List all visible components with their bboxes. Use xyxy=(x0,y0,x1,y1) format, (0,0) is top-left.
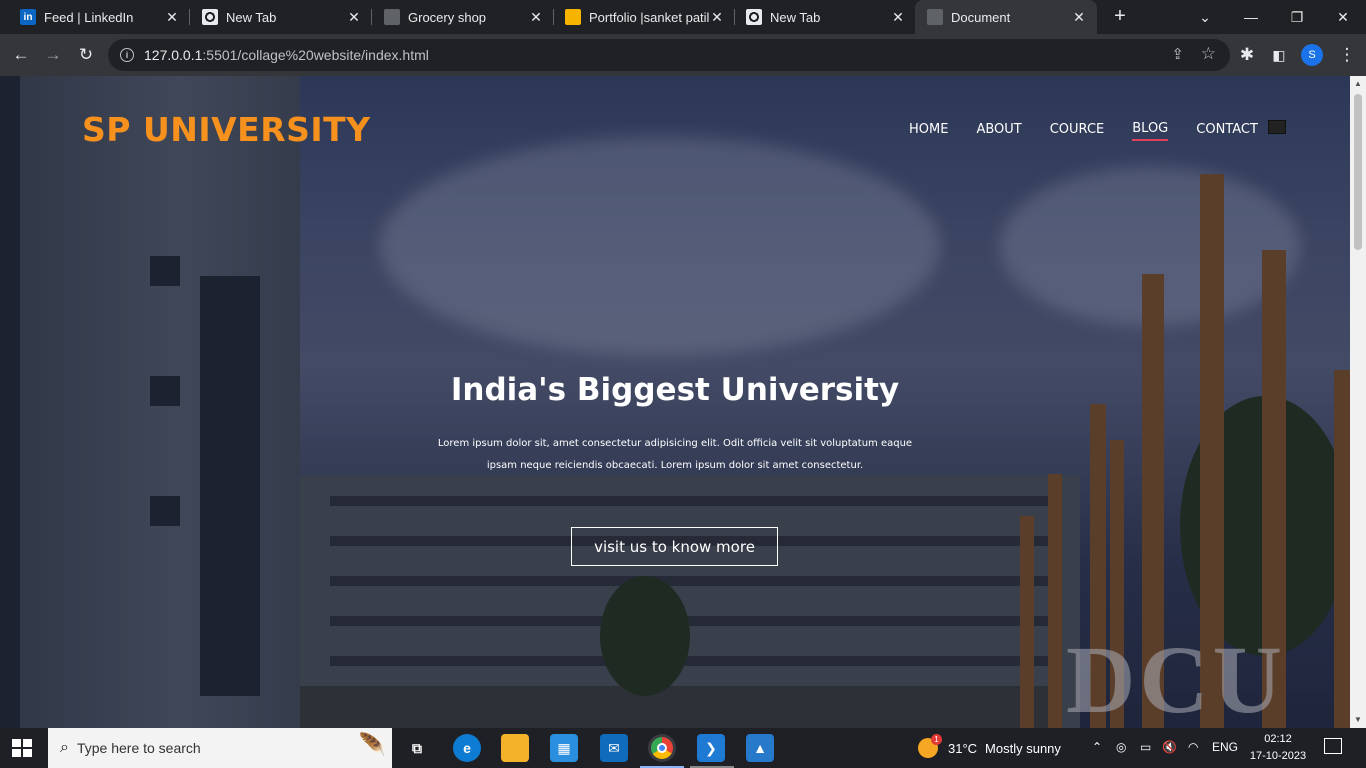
tab-title: Document xyxy=(951,9,1011,25)
chrome-icon xyxy=(746,9,762,25)
tab-title: Feed | LinkedIn xyxy=(44,9,134,25)
dcu-sign-graphic: DCU xyxy=(1066,626,1286,728)
search-icon: ⌕ xyxy=(60,739,69,756)
menu-icon[interactable]: ⋮ xyxy=(1334,42,1360,68)
notification-icon[interactable] xyxy=(1324,738,1342,754)
pillar-shape xyxy=(1020,516,1034,728)
new-tab-button[interactable]: + xyxy=(1108,4,1132,28)
globe-icon xyxy=(927,9,943,25)
close-icon[interactable]: ✕ xyxy=(1071,9,1087,26)
hero-title: India's Biggest University xyxy=(450,372,900,408)
scroll-up-icon[interactable]: ▲ xyxy=(1350,76,1366,92)
tray-chevron-icon[interactable]: ⌃ xyxy=(1092,740,1102,754)
share-icon[interactable]: ⇪ xyxy=(1171,45,1184,63)
browser-toolbar: ← → ↻ i 127.0.0.1:5501/collage%20website… xyxy=(0,34,1366,76)
tab-title: Grocery shop xyxy=(408,9,487,25)
taskbar-clock[interactable]: 02:12 17-10-2023 xyxy=(1248,731,1308,765)
tab-grocery-shop[interactable]: Grocery shop ✕ xyxy=(364,0,554,34)
weather-badge: 1 xyxy=(931,734,942,745)
chrome-icon xyxy=(202,9,218,25)
address-bar[interactable]: i 127.0.0.1:5501/collage%20website/index… xyxy=(108,39,1230,71)
language-indicator[interactable]: ENG xyxy=(1212,740,1238,754)
vscode-icon[interactable]: ❯ xyxy=(697,734,725,762)
minimize-icon[interactable]: — xyxy=(1228,0,1274,34)
weather-sun-icon: 1 xyxy=(918,734,942,758)
tab-strip: in Feed | LinkedIn ✕ New Tab ✕ Grocery s… xyxy=(0,0,1366,34)
linkedin-icon: in xyxy=(20,9,36,25)
file-explorer-icon[interactable] xyxy=(501,734,529,762)
search-highlight-icon: 🪶 xyxy=(358,732,386,757)
volume-icon[interactable]: 🔇 xyxy=(1162,740,1177,754)
cloud-shape xyxy=(380,136,940,356)
edge-icon[interactable]: e xyxy=(453,734,481,762)
tab-portfolio[interactable]: Portfolio |sanket patil ✕ xyxy=(545,0,735,34)
site-info-icon[interactable]: i xyxy=(120,48,134,62)
visit-button[interactable]: visit us to know more xyxy=(571,527,778,566)
tab-title: Portfolio |sanket patil xyxy=(589,9,709,25)
clock-time: 02:12 xyxy=(1264,733,1292,745)
back-icon[interactable]: ← xyxy=(8,42,34,68)
wifi-icon[interactable]: ◠ xyxy=(1188,740,1198,754)
store-icon[interactable]: ▦ xyxy=(550,734,578,762)
close-icon[interactable]: ✕ xyxy=(346,9,362,26)
hero-description: Lorem ipsum dolor sit, amet consectetur … xyxy=(437,438,913,471)
profile-avatar[interactable]: S xyxy=(1301,44,1323,66)
weather-desc: Mostly sunny xyxy=(985,740,1061,756)
windows-start-icon[interactable] xyxy=(12,739,32,757)
weather-temp: 31°C xyxy=(948,740,978,756)
scroll-down-icon[interactable]: ▼ xyxy=(1350,712,1366,728)
portfolio-icon xyxy=(565,9,581,25)
meet-now-icon[interactable]: ◎ xyxy=(1116,740,1126,754)
close-icon[interactable]: ✕ xyxy=(890,9,906,26)
side-panel-icon[interactable]: ◧ xyxy=(1266,42,1292,68)
taskbar-search-box[interactable]: ⌕ Type here to search 🪶 xyxy=(48,728,392,768)
scroll-thumb[interactable] xyxy=(1354,94,1362,250)
battery-icon[interactable]: ▭ xyxy=(1140,740,1151,754)
nav-contact[interactable]: CONTACT xyxy=(1196,122,1258,140)
url-text: 127.0.0.1:5501/collage%20website/index.h… xyxy=(144,47,429,63)
chrome-taskbar-icon[interactable] xyxy=(648,734,676,762)
clock-date: 17-10-2023 xyxy=(1249,750,1307,762)
extensions-icon[interactable]: ✱ xyxy=(1234,42,1260,68)
page-scrollbar[interactable]: ▲ ▼ xyxy=(1350,76,1366,728)
tab-linkedin[interactable]: in Feed | LinkedIn ✕ xyxy=(0,0,190,34)
tab-title: New Tab xyxy=(770,9,821,25)
nav-about[interactable]: ABOUT xyxy=(976,122,1021,140)
nav-blog[interactable]: BLOG xyxy=(1132,121,1169,141)
close-icon[interactable]: ✕ xyxy=(709,9,725,26)
restore-icon[interactable]: ❐ xyxy=(1274,0,1320,34)
mail-icon[interactable]: ✉ xyxy=(600,734,628,762)
background-road xyxy=(300,686,1060,728)
photos-icon[interactable]: ▲ xyxy=(746,734,774,762)
page-viewport: DCU SP UNIVERSITY HOME ABOUT COURCE BLOG… xyxy=(0,76,1350,728)
hamburger-menu-icon[interactable] xyxy=(1267,120,1286,134)
nav-home[interactable]: HOME xyxy=(909,122,948,140)
tab-title: New Tab xyxy=(226,9,277,25)
tree-shape xyxy=(600,576,690,696)
forward-icon[interactable]: → xyxy=(40,42,66,68)
nav-cource[interactable]: COURCE xyxy=(1050,122,1105,140)
globe-icon xyxy=(384,9,400,25)
tab-new-tab-1[interactable]: New Tab ✕ xyxy=(182,0,372,34)
window-close-icon[interactable]: ✕ xyxy=(1320,0,1366,34)
weather-widget[interactable]: 1 31°C Mostly sunny xyxy=(918,728,1061,768)
windows-taskbar: ⌕ Type here to search 🪶 ⧉ e ▦ ✉ ❯ ▲ 1 31… xyxy=(0,728,1366,768)
tab-new-tab-2[interactable]: New Tab ✕ xyxy=(726,0,916,34)
bookmark-star-icon[interactable]: ☆ xyxy=(1201,44,1216,64)
tab-search-icon[interactable]: ⌄ xyxy=(1182,0,1228,34)
close-icon[interactable]: ✕ xyxy=(528,9,544,26)
close-icon[interactable]: ✕ xyxy=(164,9,180,26)
pillar-shape xyxy=(1334,370,1350,728)
tab-document[interactable]: Document ✕ xyxy=(915,0,1097,34)
task-view-icon[interactable]: ⧉ xyxy=(403,734,431,762)
search-placeholder: Type here to search xyxy=(76,740,201,756)
pillar-shape xyxy=(1048,474,1062,728)
main-nav: HOME ABOUT COURCE BLOG CONTACT xyxy=(909,120,1286,141)
site-logo[interactable]: SP UNIVERSITY xyxy=(82,110,371,149)
reload-icon[interactable]: ↻ xyxy=(73,42,99,68)
